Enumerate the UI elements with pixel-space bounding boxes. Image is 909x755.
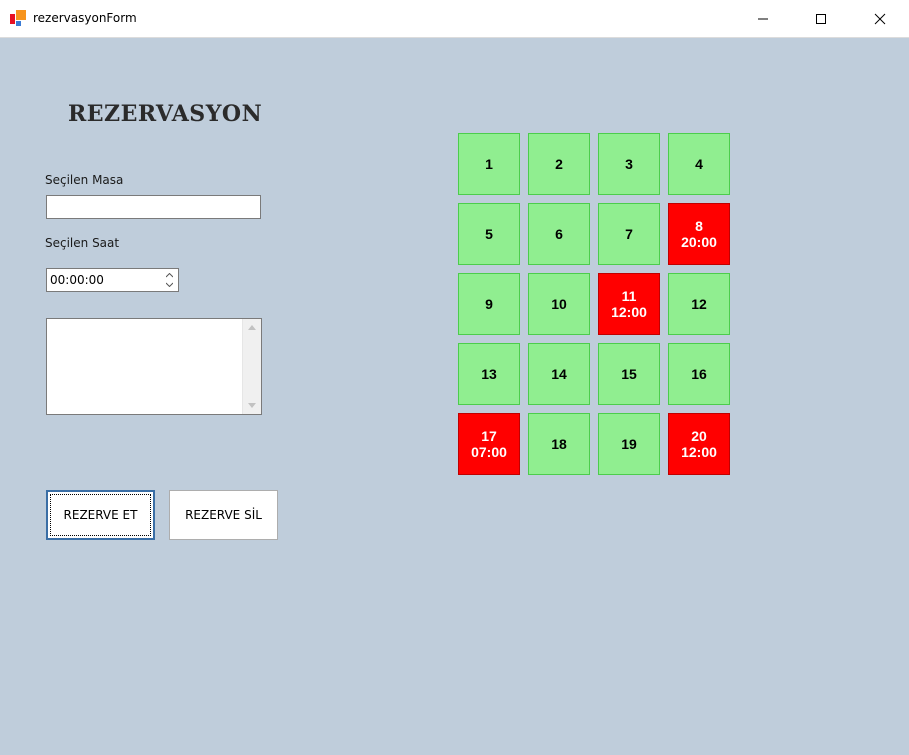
minimize-button[interactable] <box>741 0 785 38</box>
table-button-17[interactable]: 17 07:00 <box>458 413 520 475</box>
table-button-7[interactable]: 7 <box>598 203 660 265</box>
table-number: 13 <box>481 366 497 382</box>
spin-up-icon[interactable] <box>162 271 176 280</box>
table-button-6[interactable]: 6 <box>528 203 590 265</box>
table-number: 5 <box>485 226 493 242</box>
table-button-13[interactable]: 13 <box>458 343 520 405</box>
table-number: 17 <box>481 428 497 444</box>
table-button-3[interactable]: 3 <box>598 133 660 195</box>
table-button-2[interactable]: 2 <box>528 133 590 195</box>
table-number: 8 <box>695 218 703 234</box>
selected-time-picker[interactable]: 00:00:00 <box>46 268 179 292</box>
table-button-4[interactable]: 4 <box>668 133 730 195</box>
spin-down-icon[interactable] <box>162 280 176 289</box>
maximize-icon <box>816 14 826 24</box>
selected-time-label: Seçilen Saat <box>45 236 120 250</box>
notes-scrollbar[interactable] <box>242 319 261 414</box>
table-number: 10 <box>551 296 567 312</box>
table-number: 2 <box>555 156 563 172</box>
table-number: 3 <box>625 156 633 172</box>
window-title: rezervasyonForm <box>33 11 137 25</box>
table-button-19[interactable]: 19 <box>598 413 660 475</box>
table-button-15[interactable]: 15 <box>598 343 660 405</box>
close-button[interactable] <box>858 0 902 38</box>
table-number: 20 <box>691 428 707 444</box>
form-client-area: REZERVASYON Seçilen Masa Seçilen Saat 00… <box>0 38 909 755</box>
table-reservation-time: 12:00 <box>681 444 717 460</box>
table-reservation-time: 20:00 <box>681 234 717 250</box>
table-number: 11 <box>621 288 637 304</box>
table-reservation-time: 12:00 <box>611 304 647 320</box>
table-number: 12 <box>691 296 707 312</box>
title-bar[interactable]: rezervasyonForm <box>0 0 909 38</box>
table-number: 18 <box>551 436 567 452</box>
selected-table-input[interactable] <box>46 195 261 219</box>
table-button-5[interactable]: 5 <box>458 203 520 265</box>
table-number: 14 <box>551 366 567 382</box>
scroll-down-icon[interactable] <box>243 397 261 414</box>
delete-reservation-button[interactable]: REZERVE SİL <box>169 490 278 540</box>
table-number: 9 <box>485 296 493 312</box>
table-number: 7 <box>625 226 633 242</box>
table-number: 1 <box>485 156 493 172</box>
table-button-9[interactable]: 9 <box>458 273 520 335</box>
maximize-button[interactable] <box>799 0 843 38</box>
app-icon <box>10 10 26 26</box>
table-button-16[interactable]: 16 <box>668 343 730 405</box>
table-button-11[interactable]: 11 12:00 <box>598 273 660 335</box>
table-button-1[interactable]: 1 <box>458 133 520 195</box>
table-number: 19 <box>621 436 637 452</box>
table-button-10[interactable]: 10 <box>528 273 590 335</box>
selected-time-value[interactable]: 00:00:00 <box>50 273 104 287</box>
scroll-up-icon[interactable] <box>243 319 261 336</box>
time-spinner[interactable] <box>162 271 176 289</box>
selected-table-label: Seçilen Masa <box>45 173 124 187</box>
reserve-button[interactable]: REZERVE ET <box>46 490 155 540</box>
table-button-12[interactable]: 12 <box>668 273 730 335</box>
table-button-20[interactable]: 20 12:00 <box>668 413 730 475</box>
table-reservation-time: 07:00 <box>471 444 507 460</box>
table-button-14[interactable]: 14 <box>528 343 590 405</box>
table-grid: 1 2 3 4 5 6 7 8 20:00 9 10 11 12:00 12 13 14 15 16 17 07:00… <box>458 133 738 483</box>
table-number: 4 <box>695 156 703 172</box>
table-button-18[interactable]: 18 <box>528 413 590 475</box>
close-icon <box>874 13 886 25</box>
table-button-8[interactable]: 8 20:00 <box>668 203 730 265</box>
table-number: 16 <box>691 366 707 382</box>
notes-textarea[interactable] <box>46 318 262 415</box>
table-number: 6 <box>555 226 563 242</box>
minimize-icon <box>758 18 768 20</box>
page-title: REZERVASYON <box>68 101 263 127</box>
table-number: 15 <box>621 366 637 382</box>
